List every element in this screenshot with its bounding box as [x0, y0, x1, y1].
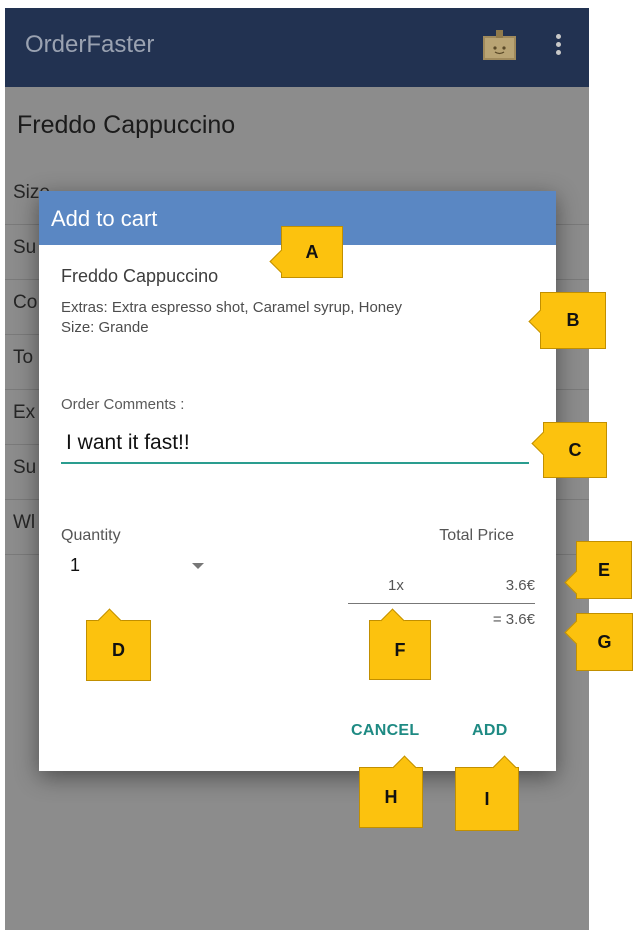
annotation-marker-c: C	[531, 422, 607, 478]
cancel-button[interactable]: CANCEL	[351, 722, 419, 740]
line-quantity: 1x	[388, 577, 404, 594]
annotation-marker-h: H	[359, 755, 423, 828]
annotation-marker-e: E	[564, 541, 632, 599]
quantity-value: 1	[70, 555, 81, 575]
add-to-cart-dialog: Add to cart Freddo Cappuccino Extras: Ex…	[39, 191, 556, 771]
dropdown-arrow-icon	[192, 563, 204, 569]
line-price: 3.6€	[505, 577, 535, 594]
product-title: Freddo Cappuccino	[17, 111, 236, 139]
app-title: OrderFaster	[25, 31, 155, 58]
dialog-title: Add to cart	[51, 206, 158, 231]
quantity-label: Quantity	[61, 527, 121, 544]
total-price-label: Total Price	[439, 527, 514, 544]
add-button[interactable]: ADD	[472, 722, 508, 740]
annotation-marker-f: F	[369, 608, 431, 680]
annotation-marker-a: A	[269, 226, 343, 278]
annotation-marker-b: B	[528, 292, 606, 349]
quantity-select[interactable]: 1	[61, 551, 221, 583]
product-name: Freddo Cappuccino	[61, 266, 219, 286]
annotation-marker-d: D	[86, 608, 151, 681]
cart-icon[interactable]	[483, 30, 516, 60]
size-text: Size: Grande	[61, 319, 149, 336]
app-bar: OrderFaster	[5, 8, 589, 87]
annotation-marker-g: G	[564, 613, 633, 671]
annotation-marker-i: I	[455, 755, 519, 831]
total-value: = 3.6€	[492, 611, 535, 628]
more-vert-icon[interactable]	[553, 34, 563, 62]
price-line: 1x 3.6€	[348, 575, 535, 604]
extras-text: Extras: Extra espresso shot, Caramel syr…	[61, 299, 402, 316]
comments-input[interactable]	[61, 424, 529, 464]
comments-label: Order Comments :	[61, 396, 185, 413]
